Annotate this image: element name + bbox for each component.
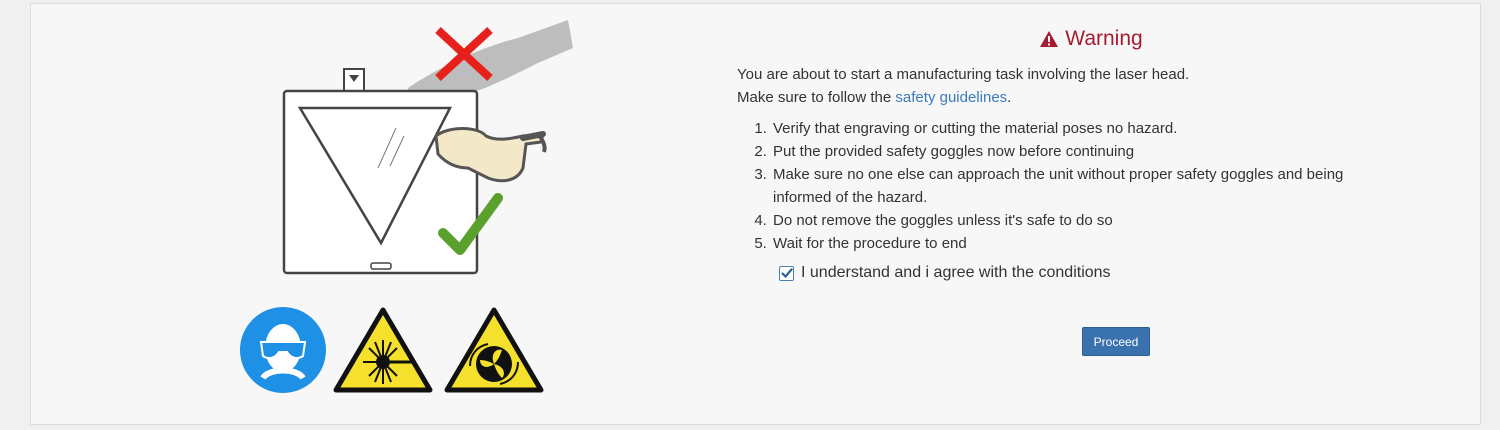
step-item: Verify that engraving or cutting the mat… — [771, 117, 1391, 140]
warning-content: Warning You are about to start a manufac… — [737, 27, 1437, 282]
warning-heading: Warning — [745, 27, 1437, 51]
intro-line-2: Make sure to follow the safety guideline… — [737, 86, 1437, 109]
step-item: Do not remove the goggles unless it's sa… — [771, 209, 1391, 232]
intro-line-1: You are about to start a manufacturing t… — [737, 66, 1190, 83]
agreement-label: I understand and i agree with the condit… — [801, 264, 1111, 281]
intro-line-2-prefix: Make sure to follow the — [737, 89, 896, 106]
eye-protection-sign-icon — [240, 307, 326, 393]
step-item: Wait for the procedure to end — [771, 232, 1391, 255]
agreement-checkbox[interactable] — [779, 265, 794, 281]
intro-text: You are about to start a manufacturing t… — [737, 63, 1437, 109]
laser-hazard-sign-icon — [333, 307, 433, 393]
safety-steps-list: Verify that engraving or cutting the mat… — [737, 117, 1391, 255]
warning-triangle-icon — [1040, 31, 1059, 47]
checkmark-icon — [780, 268, 793, 279]
intro-line-2-suffix: . — [1007, 89, 1012, 106]
step-item: Put the provided safety goggles now befo… — [771, 140, 1391, 163]
warning-title: Warning — [1065, 27, 1143, 50]
proceed-button[interactable]: Proceed — [1082, 327, 1150, 356]
laser-unit-illustration-icon — [282, 20, 573, 275]
fan-hazard-sign-icon — [444, 307, 544, 393]
safety-guidelines-link[interactable]: safety guidelines — [895, 89, 1007, 106]
step-item: Make sure no one else can approach the u… — [771, 163, 1391, 209]
agreement-row[interactable]: I understand and i agree with the condit… — [779, 264, 1437, 282]
